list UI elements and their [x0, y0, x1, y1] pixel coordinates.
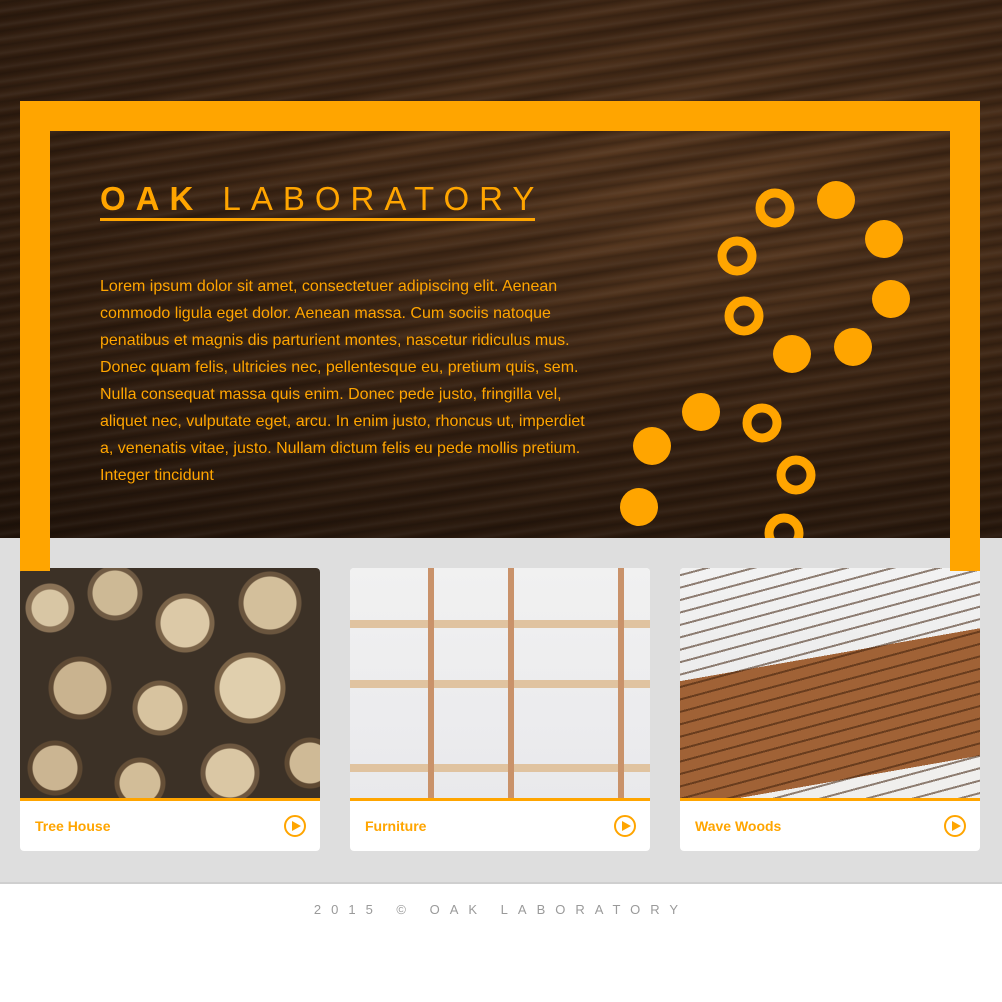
ring	[764, 513, 804, 538]
card-image-shelf[interactable]	[350, 568, 650, 798]
dot	[773, 335, 811, 373]
card-label[interactable]: Tree House	[35, 818, 110, 834]
dot	[834, 328, 872, 366]
ring	[776, 455, 816, 495]
gallery-section: Tree House Furniture Wave Woods	[0, 538, 1002, 884]
card-tree-house[interactable]: Tree House	[20, 568, 320, 851]
ring	[755, 188, 795, 228]
ring	[742, 403, 782, 443]
card-accent-bar	[20, 798, 320, 801]
card-furniture[interactable]: Furniture	[350, 568, 650, 851]
footer-copyright: 2015 © OAK LABORATORY	[313, 902, 689, 917]
play-icon[interactable]	[614, 815, 636, 837]
dot	[633, 427, 671, 465]
ring	[717, 236, 757, 276]
dot	[682, 393, 720, 431]
decorative-dots	[620, 181, 910, 538]
card-image-logs[interactable]	[20, 568, 320, 798]
card-image-wave[interactable]	[680, 568, 980, 798]
card-wave-woods[interactable]: Wave Woods	[680, 568, 980, 851]
dot	[620, 488, 658, 526]
card-accent-bar	[680, 798, 980, 801]
ring	[724, 296, 764, 336]
card-label[interactable]: Wave Woods	[695, 818, 781, 834]
card-accent-bar	[350, 798, 650, 801]
play-icon[interactable]	[944, 815, 966, 837]
dot	[865, 220, 903, 258]
card-label[interactable]: Furniture	[365, 818, 426, 834]
dot	[872, 280, 910, 318]
dot	[817, 181, 855, 219]
play-icon[interactable]	[284, 815, 306, 837]
